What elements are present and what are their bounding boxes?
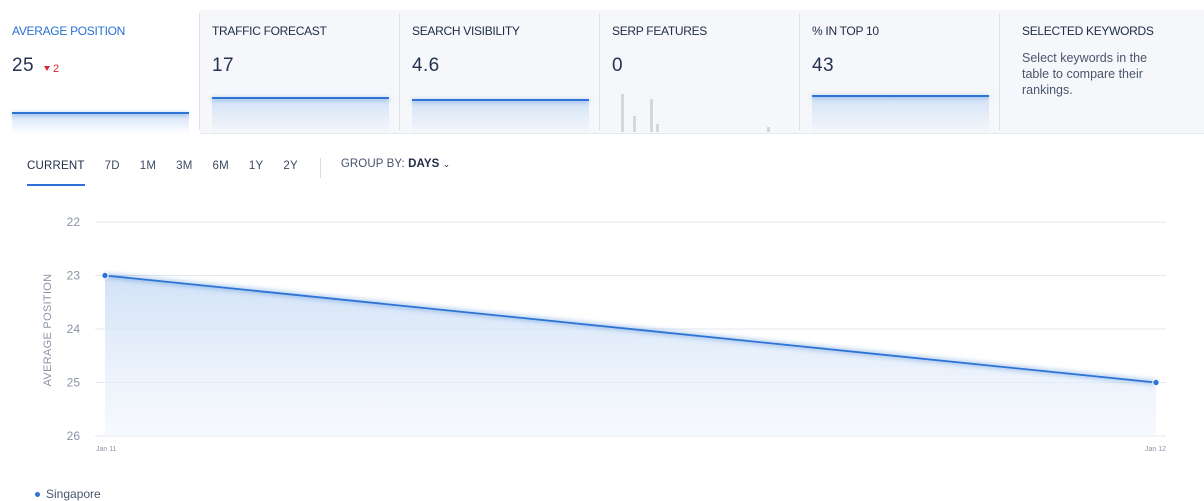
chart-legend: Singapore (35, 487, 101, 501)
period-2y[interactable]: 2Y (283, 158, 297, 184)
delta-badge: 2 (43, 62, 60, 75)
chevron-down-icon: ⌄ (442, 159, 451, 169)
card-value: 43 (812, 55, 834, 76)
data-point (1152, 378, 1160, 387)
chart-toolbar: CURRENT 7D 1M 3M 6M 1Y 2Y GROUP BY: DAYS… (27, 158, 450, 186)
y-tick-label: 22 (67, 215, 81, 229)
group-by-dropdown[interactable]: GROUP BY: DAYS ⌄ (341, 158, 451, 170)
period-1y[interactable]: 1Y (249, 158, 263, 184)
legend-label: Singapore (46, 487, 101, 501)
card-average-position[interactable]: AVERAGE POSITION 25 2 (0, 10, 200, 135)
legend-dot (35, 491, 40, 497)
group-by-label: GROUP BY: (340, 158, 405, 170)
sparkline (412, 99, 589, 134)
arrow-down-icon (43, 66, 50, 71)
card-title: TRAFFIC FORECAST (212, 24, 327, 38)
period-7d[interactable]: 7D (105, 158, 120, 184)
period-6m[interactable]: 6M (213, 158, 229, 184)
card-title: % IN TOP 10 (812, 24, 879, 38)
card-value-row: 17 (212, 55, 388, 77)
card-value: 4.6 (412, 55, 440, 76)
toolbar-divider (319, 158, 321, 178)
x-tick-label: Jan 12 (1145, 446, 1166, 453)
data-point (101, 271, 109, 280)
card-title: SELECTED KEYWORDS (1022, 24, 1154, 38)
card-value-row: 43 (812, 55, 988, 77)
sparkline (812, 95, 989, 134)
card-in-top-10[interactable]: % IN TOP 10 43 (800, 10, 1000, 134)
card-value: 25 (12, 55, 34, 76)
delta-value: 2 (52, 62, 60, 75)
y-tick-label: 23 (67, 269, 81, 283)
card-title: AVERAGE POSITION (12, 24, 126, 38)
card-search-visibility[interactable]: SEARCH VISIBILITY 4.6 (400, 10, 600, 134)
serp-bars (600, 10, 800, 132)
y-tick-label: 25 (67, 376, 81, 390)
y-tick-label: 24 (67, 322, 81, 336)
period-current[interactable]: CURRENT (27, 158, 85, 186)
sparkline (12, 112, 189, 134)
card-value-row: 4.6 (412, 55, 588, 77)
group-by-value: DAYS (408, 158, 440, 170)
average-position-chart: 22 23 24 25 26 AVERAGE POSITION Jan 11 Jan 12 (42, 215, 1166, 453)
card-serp-features[interactable]: SERP FEATURES 0 (600, 10, 800, 134)
metrics-strip: AVERAGE POSITION 25 2 TRAFFIC FORECAST 1… (0, 10, 1204, 135)
sparkline (212, 97, 389, 134)
card-value-row: 25 2 (12, 55, 188, 77)
card-value: 17 (212, 55, 234, 76)
period-3m[interactable]: 3M (176, 158, 192, 184)
card-title: SEARCH VISIBILITY (412, 24, 520, 38)
y-tick-label: 26 (67, 429, 81, 443)
card-description: Select keywords in the table to compare … (1022, 51, 1148, 97)
card-traffic-forecast[interactable]: TRAFFIC FORECAST 17 (200, 10, 400, 134)
x-tick-label: Jan 11 (96, 446, 117, 453)
y-axis-label: AVERAGE POSITION (42, 274, 54, 387)
period-1m[interactable]: 1M (140, 158, 156, 184)
series-area (105, 275, 1156, 436)
card-selected-keywords: SELECTED KEYWORDS Select keywords in the… (1000, 10, 1204, 134)
